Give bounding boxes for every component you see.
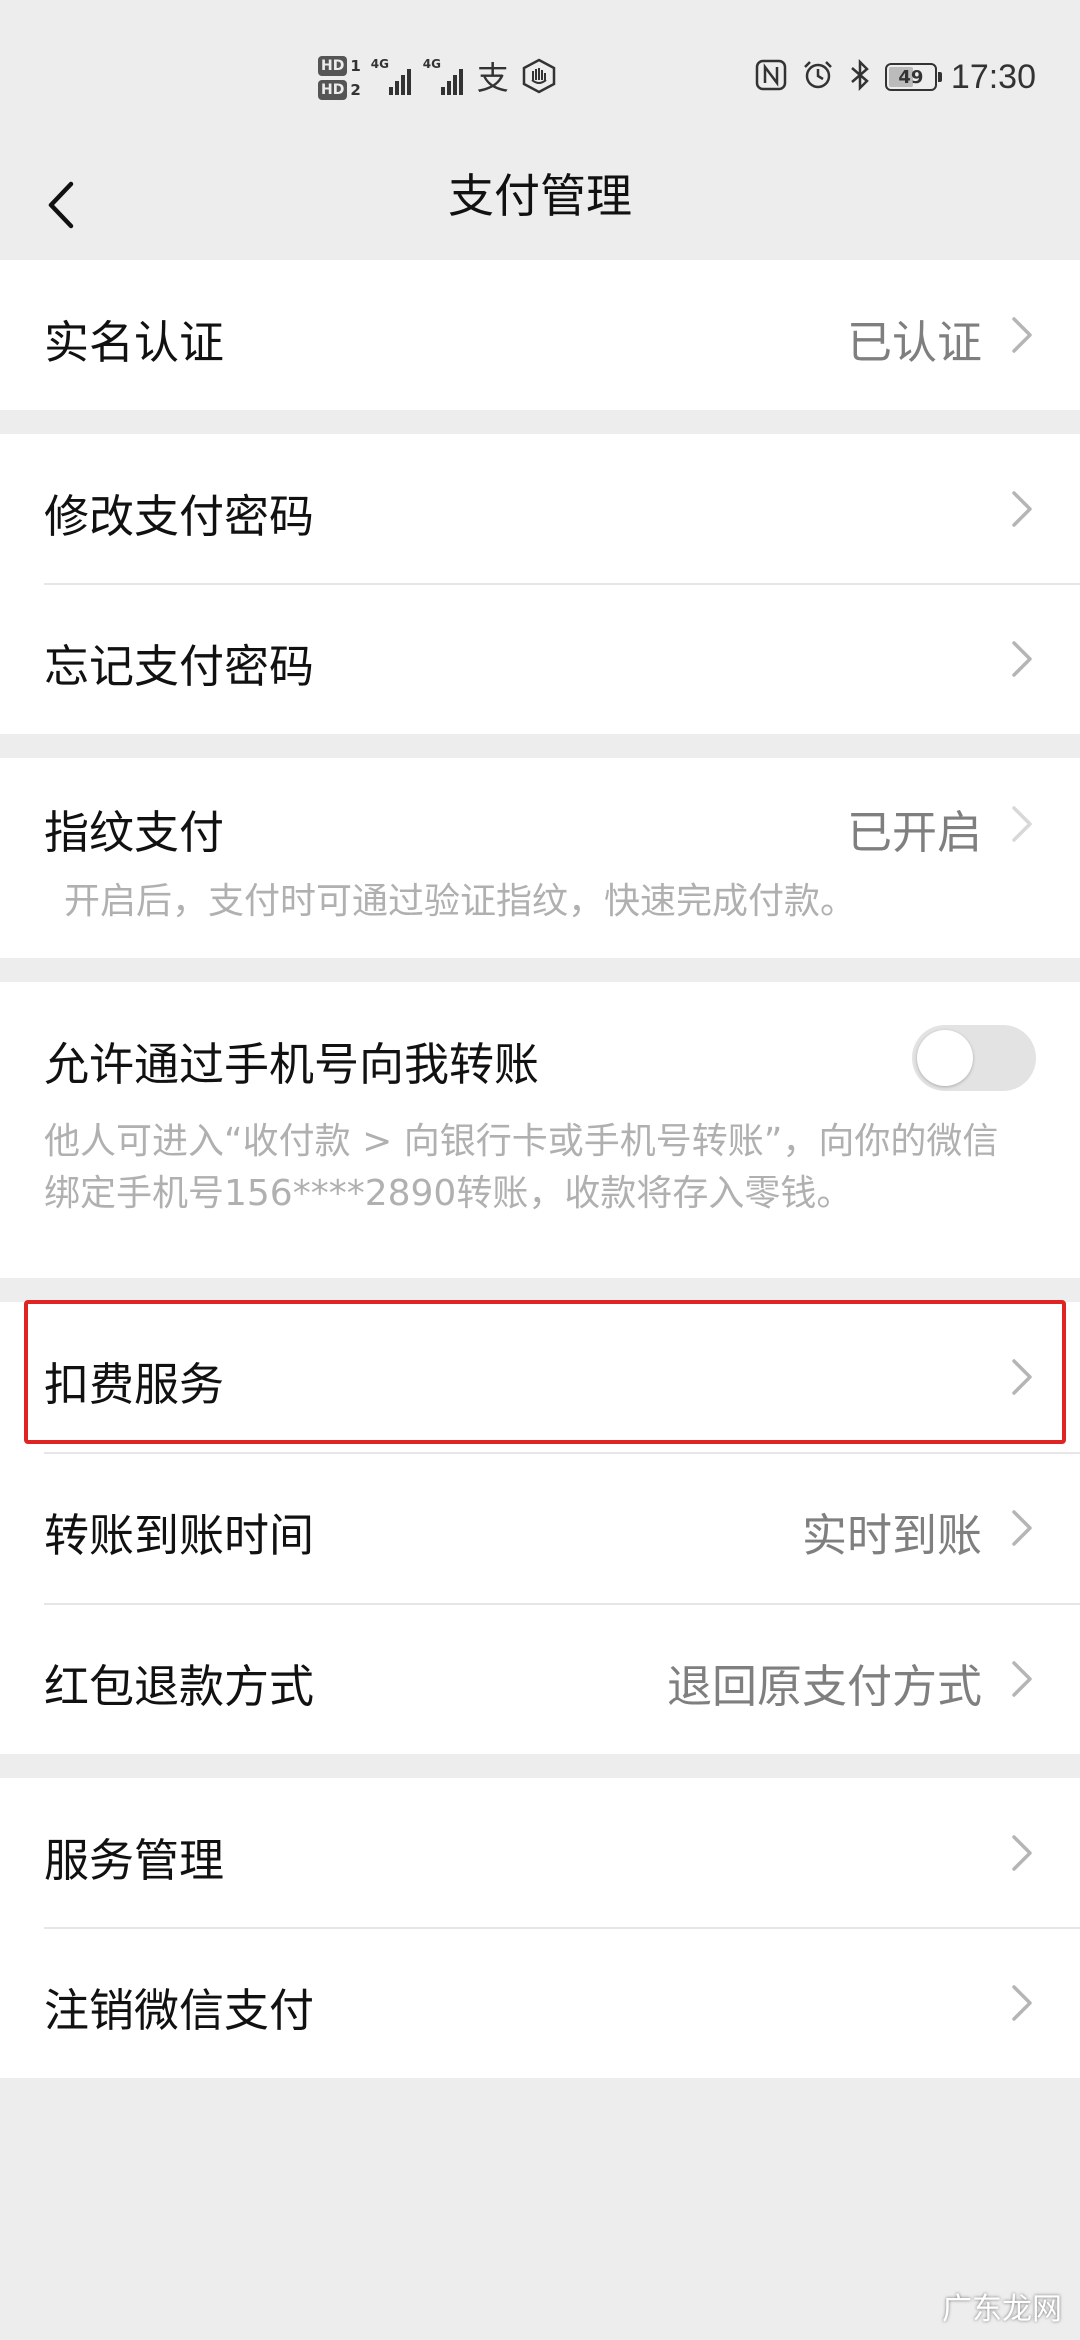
navigation-bar: 支付管理	[0, 150, 1080, 260]
group-payment-settings: 扣费服务 转账到账时间 实时到账 红包退款方式 退回原支付方式	[0, 1302, 1080, 1754]
row-fingerprint-pay[interactable]: 指纹支付 已开启 开启后，支付时可通过验证指纹，快速完成付款。	[0, 758, 1080, 958]
row-label: 红包退款方式	[44, 1660, 315, 1713]
hand-notification-icon	[521, 58, 557, 98]
row-label: 实名认证	[44, 316, 225, 369]
phone-transfer-toggle[interactable]	[912, 1025, 1036, 1091]
alarm-icon	[801, 58, 835, 96]
row-label: 忘记支付密码	[44, 640, 315, 693]
row-value: 退回原支付方式	[666, 1660, 982, 1713]
hd-sim1-indicator: HD 1	[318, 56, 361, 76]
row-label: 扣费服务	[44, 1358, 225, 1411]
chevron-right-icon	[1012, 641, 1032, 677]
chevron-right-icon	[1012, 317, 1032, 353]
chevron-right-icon	[1012, 1510, 1032, 1546]
row-value: 已开启	[846, 806, 982, 859]
status-left-indicators: HD 1 HD 2 4G 4G 支	[318, 48, 557, 108]
hd-label: HD	[318, 56, 348, 76]
row-forgot-password[interactable]: 忘记支付密码	[0, 584, 1080, 734]
network-type: 4G	[422, 57, 441, 71]
group-verification: 实名认证 已认证	[0, 260, 1080, 410]
row-transfer-arrival-time[interactable]: 转账到账时间 实时到账	[0, 1453, 1080, 1603]
sim-number: 2	[350, 81, 361, 99]
row-value: 实时到账	[801, 1509, 982, 1562]
row-label: 注销微信支付	[44, 1984, 315, 2037]
signal-icon: 4G	[371, 57, 413, 95]
chevron-right-icon	[1012, 1359, 1032, 1395]
sim-number: 1	[350, 57, 361, 75]
toggle-knob	[917, 1030, 973, 1086]
group-password: 修改支付密码 忘记支付密码	[0, 434, 1080, 734]
phone-transfer-description-line1: 他人可进入“收付款 > 向银行卡或手机号转账”，向你的微信	[44, 1121, 999, 1162]
alipay-notification-icon: 支	[476, 59, 509, 97]
row-label: 服务管理	[44, 1834, 225, 1887]
row-change-password[interactable]: 修改支付密码	[0, 434, 1080, 584]
status-right-indicators: 49 17:30	[755, 52, 1036, 102]
row-label: 指纹支付	[44, 806, 225, 859]
row-real-name-verification[interactable]: 实名认证 已认证	[0, 260, 1080, 410]
row-description: 开启后，支付时可通过验证指纹，快速完成付款。	[64, 881, 857, 922]
status-bar: HD 1 HD 2 4G 4G 支 49 17:30	[0, 0, 1080, 150]
chevron-right-icon	[1012, 1661, 1032, 1697]
nfc-icon	[755, 59, 787, 95]
hd-sim2-indicator: HD 2	[318, 80, 361, 100]
chevron-right-icon	[1012, 1835, 1032, 1871]
battery-icon: 49	[884, 63, 942, 91]
page-title: 支付管理	[448, 169, 632, 223]
row-label: 转账到账时间	[44, 1509, 315, 1562]
row-cancel-wechat-pay[interactable]: 注销微信支付	[0, 1928, 1080, 2078]
network-type: 4G	[370, 57, 389, 71]
bluetooth-icon	[849, 58, 871, 96]
hd-indicators: HD 1 HD 2	[318, 56, 361, 100]
watermark: 广东龙网	[942, 2292, 1062, 2327]
group-service: 服务管理 注销微信支付	[0, 1778, 1080, 2078]
row-red-packet-refund[interactable]: 红包退款方式 退回原支付方式	[0, 1604, 1080, 1754]
row-service-management[interactable]: 服务管理	[0, 1778, 1080, 1928]
chevron-right-icon	[1012, 1985, 1032, 2021]
phone-transfer-description-line2: 绑定手机号156****2890转账，收款将存入零钱。	[44, 1173, 853, 1214]
battery-level: 49	[898, 66, 924, 88]
signal-icon: 4G	[423, 57, 465, 95]
row-value: 已认证	[846, 316, 982, 369]
row-label: 修改支付密码	[44, 490, 315, 543]
group-phone-transfer: 允许通过手机号向我转账 他人可进入“收付款 > 向银行卡或手机号转账”，向你的微…	[0, 982, 1080, 1278]
row-deduction-service[interactable]: 扣费服务	[0, 1302, 1080, 1452]
phone-transfer-label: 允许通过手机号向我转账	[44, 1038, 540, 1091]
chevron-right-icon	[1012, 491, 1032, 527]
chevron-right-icon	[1012, 806, 1032, 842]
hd-label: HD	[318, 80, 348, 100]
clock: 17:30	[950, 57, 1036, 96]
group-fingerprint: 指纹支付 已开启 开启后，支付时可通过验证指纹，快速完成付款。	[0, 758, 1080, 958]
